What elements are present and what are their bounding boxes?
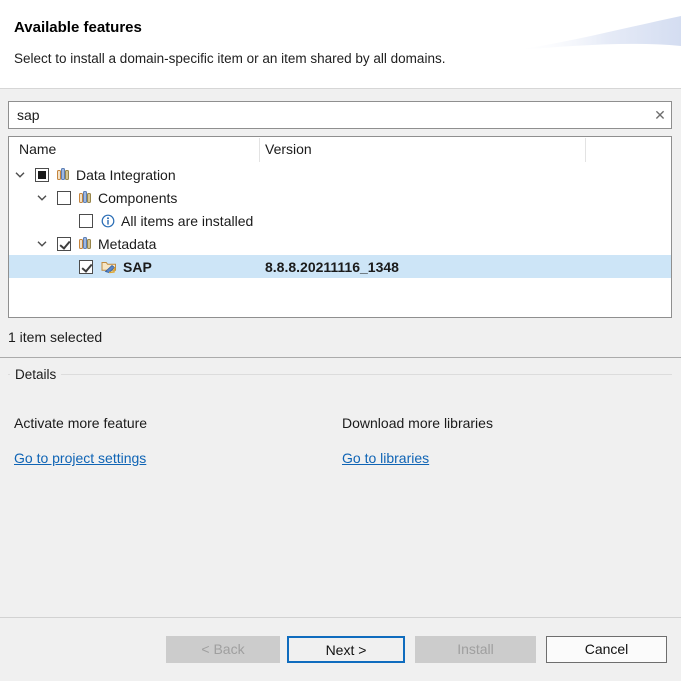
wizard-banner-graphic <box>516 0 681 58</box>
checkbox-metadata[interactable] <box>57 237 71 251</box>
tree-item-label: SAP <box>123 259 152 275</box>
table-header: Name Version <box>9 137 671 163</box>
project-settings-link[interactable]: Go to project settings <box>14 450 146 466</box>
tree-item-label: All items are installed <box>121 213 253 229</box>
checkbox-components[interactable] <box>57 191 71 205</box>
tree-row-sap[interactable]: SAP 8.8.8.20211116_1348 <box>9 255 671 278</box>
download-libraries-heading: Download more libraries <box>342 415 493 431</box>
separator <box>0 357 681 358</box>
column-header-name[interactable]: Name <box>19 141 56 157</box>
tree-item-version: 8.8.8.20211116_1348 <box>265 259 399 275</box>
feature-category-icon <box>79 191 92 204</box>
next-button[interactable]: Next > <box>287 636 405 663</box>
tree-row-all-items-installed[interactable]: All items are installed <box>9 209 671 232</box>
checkbox-data-integration[interactable] <box>35 168 49 182</box>
cancel-button[interactable]: Cancel <box>546 636 667 663</box>
column-separator <box>259 138 260 162</box>
libraries-link[interactable]: Go to libraries <box>342 450 429 466</box>
chevron-down-icon[interactable] <box>36 192 48 204</box>
clear-search-icon[interactable]: ✕ <box>649 107 671 124</box>
feature-category-icon <box>57 168 70 181</box>
tree-row-metadata[interactable]: Metadata <box>9 232 671 255</box>
separator <box>0 617 681 618</box>
install-button[interactable]: Install <box>415 636 536 663</box>
feature-search-box: ✕ <box>8 101 672 129</box>
sap-connection-icon <box>101 259 117 274</box>
feature-category-icon <box>79 237 92 250</box>
search-input[interactable] <box>9 107 649 123</box>
tree-item-label: Components <box>98 190 177 206</box>
page-title: Available features <box>14 19 142 36</box>
selection-status: 1 item selected <box>8 329 102 345</box>
dialog-header: Available features Select to install a d… <box>0 0 681 89</box>
checkbox-sap[interactable] <box>79 260 93 274</box>
info-icon <box>101 214 115 228</box>
tree-item-label: Data Integration <box>76 167 176 183</box>
checkbox-all-items[interactable] <box>79 214 93 228</box>
feature-tree-table: Name Version Data Integration <box>8 136 672 318</box>
details-group: Details <box>8 367 672 407</box>
column-separator <box>585 138 586 162</box>
tree-row-data-integration[interactable]: Data Integration <box>9 163 671 186</box>
column-header-version[interactable]: Version <box>265 141 312 157</box>
install-features-dialog: { "header": { "title": "Available featur… <box>0 0 681 681</box>
tree-item-label: Metadata <box>98 236 156 252</box>
chevron-down-icon[interactable] <box>36 238 48 250</box>
details-group-label: Details <box>10 367 61 382</box>
page-subtitle: Select to install a domain-specific item… <box>14 51 445 66</box>
chevron-down-icon[interactable] <box>14 169 26 181</box>
tree-row-components[interactable]: Components <box>9 186 671 209</box>
activate-feature-heading: Activate more feature <box>14 415 147 431</box>
back-button[interactable]: < Back <box>166 636 280 663</box>
